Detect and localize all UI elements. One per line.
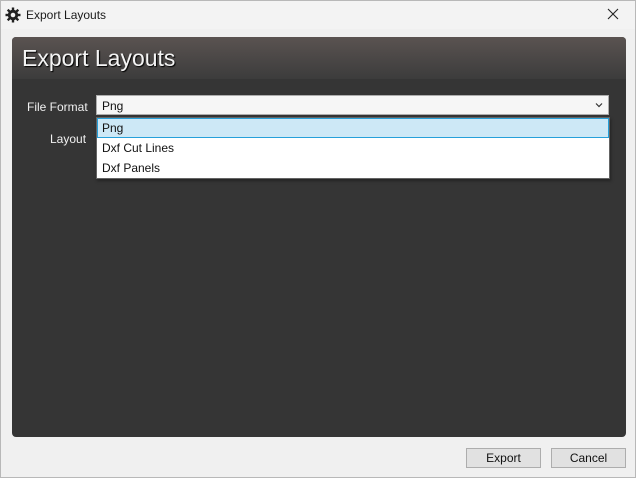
close-button[interactable] bbox=[591, 1, 635, 29]
layout-label: Layout bbox=[50, 132, 87, 146]
gear-icon bbox=[5, 7, 21, 23]
title-bar[interactable]: Export Layouts bbox=[1, 1, 635, 29]
file-format-value: Png bbox=[102, 99, 124, 113]
dropdown-option-dxf-cut-lines[interactable]: Dxf Cut Lines bbox=[97, 138, 609, 158]
dropdown-option-png[interactable]: Png bbox=[97, 118, 609, 138]
file-format-label: File Format bbox=[27, 100, 88, 114]
content-panel: Export Layouts File Format Layout Png bbox=[12, 37, 626, 437]
export-button[interactable]: Export bbox=[466, 448, 541, 468]
file-format-select[interactable]: Png bbox=[96, 95, 609, 115]
cancel-button[interactable]: Cancel bbox=[551, 448, 626, 468]
panel-header: Export Layouts bbox=[12, 37, 626, 79]
file-format-dropdown: Png Dxf Cut Lines Dxf Panels bbox=[96, 117, 610, 179]
export-layouts-window: Export Layouts Export Layouts File Forma… bbox=[0, 0, 636, 478]
panel-title: Export Layouts bbox=[22, 45, 176, 71]
window-title: Export Layouts bbox=[26, 8, 107, 22]
close-icon bbox=[607, 8, 619, 23]
dropdown-option-dxf-panels[interactable]: Dxf Panels bbox=[97, 158, 609, 178]
chevron-down-icon bbox=[594, 99, 604, 109]
